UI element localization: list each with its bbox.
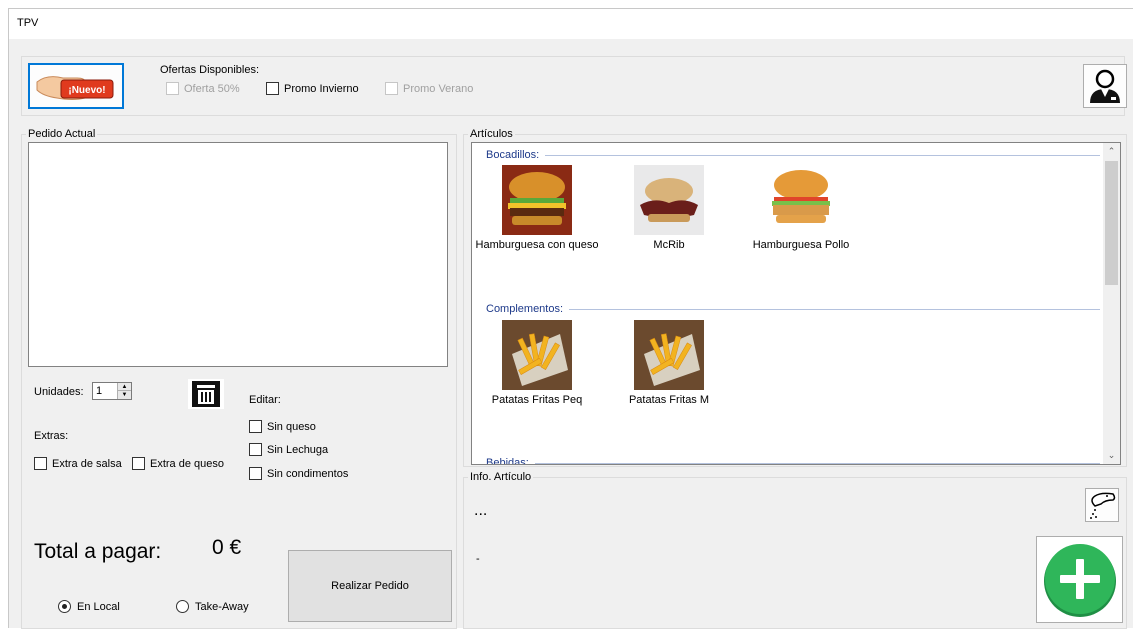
checkbox-box [266,82,279,95]
section-complementos-title: Complementos: [486,303,564,315]
plus-icon [1043,543,1116,617]
delete-item-button[interactable] [188,379,224,409]
section-bocadillos: Bocadillos: [486,149,1100,161]
sin-queso-label: Sin queso [267,420,316,433]
promo-verano-checkbox[interactable]: Promo Verano [385,82,473,95]
product-name: Patatas Fritas Peq [491,394,583,406]
articles-title: Artículos [468,128,515,140]
article-info-detail: - [476,553,480,565]
title-bar: TPV [9,9,1133,39]
section-bebidas: Bebidas: [486,457,1100,465]
radio-dot [58,600,71,613]
mcrib-image [634,165,704,235]
checkbox-box [249,420,262,433]
edit-label: Editar: [249,394,281,406]
offers-label: Ofertas Disponibles: [160,64,260,76]
new-button-label: ¡Nuevo! [68,85,105,96]
condiments-button[interactable] [1085,488,1119,522]
extras-label: Extras: [34,430,69,442]
sin-lechuga-label: Sin Lechuga [267,443,329,456]
app-window: TPV ¡Nuevo! Ofertas Disponibles: Oferta … [8,8,1133,629]
articles-group: Artículos Bocadillos: Hamburguesa con qu… [463,128,1127,467]
extra-salsa-label: Extra de salsa [52,457,122,470]
promo-verano-label: Promo Verano [403,82,474,95]
fries-image [502,320,572,390]
new-order-button[interactable]: ¡Nuevo! [28,63,124,109]
submit-order-label: Realizar Pedido [331,580,409,592]
radio-dot [176,600,189,613]
article-info-group: Info. Artículo ... - [463,471,1127,629]
total-label: Total a pagar: [34,540,162,563]
promo-invierno-checkbox[interactable]: Promo Invierno [266,82,359,95]
units-value: 1 [96,385,103,397]
units-up-button[interactable]: ▲ [117,383,131,391]
trash-icon [192,381,220,407]
checkbox-box [249,443,262,456]
checkbox-box [166,82,179,95]
fries-image [634,320,704,390]
salt-shaker-icon [1090,492,1116,519]
sin-lechuga-checkbox[interactable]: Sin Lechuga [249,443,328,456]
burger-image [502,165,572,235]
offer-50-label: Oferta 50% [184,82,240,95]
product-name: McRib [653,239,685,251]
offers-toolbar: ¡Nuevo! Ofertas Disponibles: Oferta 50% … [21,56,1127,116]
product-hamburguesa-queso[interactable]: Hamburguesa con queso [472,165,607,251]
sin-queso-checkbox[interactable]: Sin queso [249,420,316,433]
articles-scrollbar[interactable]: ⌃ ⌄ [1103,143,1120,464]
user-avatar-icon [1090,69,1120,103]
en-local-radio[interactable]: En Local [58,600,120,613]
articles-list[interactable]: Bocadillos: Hamburguesa con queso McRib … [471,142,1121,465]
extra-queso-label: Extra de queso [150,457,224,470]
product-name: Hamburguesa Pollo [752,239,850,251]
window-title: TPV [17,17,39,29]
sin-condimentos-checkbox[interactable]: Sin condimentos [249,467,348,480]
section-bebidas-title: Bebidas: [486,457,529,465]
extra-salsa-checkbox[interactable]: Extra de salsa [34,457,122,470]
user-account-button[interactable] [1083,64,1127,108]
product-mcrib[interactable]: McRib [599,165,739,251]
current-order-title: Pedido Actual [26,128,98,140]
extra-queso-checkbox[interactable]: Extra de queso [132,457,224,470]
scroll-up-arrow[interactable]: ⌃ [1103,143,1120,160]
product-hamburguesa-pollo[interactable]: Hamburguesa Pollo [731,165,871,251]
order-list[interactable] [28,142,448,367]
article-info-name: ... [474,502,488,519]
product-patatas-peq[interactable]: Patatas Fritas Peq [472,320,607,406]
scroll-down-arrow[interactable]: ⌄ [1103,447,1120,464]
new-hand-icon: ¡Nuevo! [36,76,114,100]
product-name: Hamburguesa con queso [475,239,599,251]
chicken-burger-image [766,165,836,235]
checkbox-box [385,82,398,95]
checkbox-box [132,457,145,470]
section-bocadillos-title: Bocadillos: [486,149,540,161]
take-away-radio[interactable]: Take-Away [176,600,249,613]
product-patatas-m[interactable]: Patatas Fritas M [599,320,739,406]
sin-condimentos-label: Sin condimentos [267,467,349,480]
units-down-button[interactable]: ▼ [117,391,131,399]
product-name: Patatas Fritas M [628,394,710,406]
checkbox-box [249,467,262,480]
offer-50-checkbox[interactable]: Oferta 50% [166,82,240,95]
article-info-title: Info. Artículo [468,471,534,483]
section-complementos: Complementos: [486,303,1100,315]
promo-invierno-label: Promo Invierno [284,82,359,95]
en-local-label: En Local [77,600,120,613]
total-value: 0 € [212,536,242,559]
checkbox-box [34,457,47,470]
current-order-group: Pedido Actual Unidades: 1 ▲ ▼ Editar: Si… [21,128,457,629]
units-stepper[interactable]: 1 ▲ ▼ [92,382,132,400]
scroll-thumb[interactable] [1105,161,1118,285]
take-away-label: Take-Away [195,600,249,613]
units-label: Unidades: [34,386,84,398]
submit-order-button[interactable]: Realizar Pedido [288,550,452,622]
add-to-order-button[interactable] [1036,536,1123,623]
